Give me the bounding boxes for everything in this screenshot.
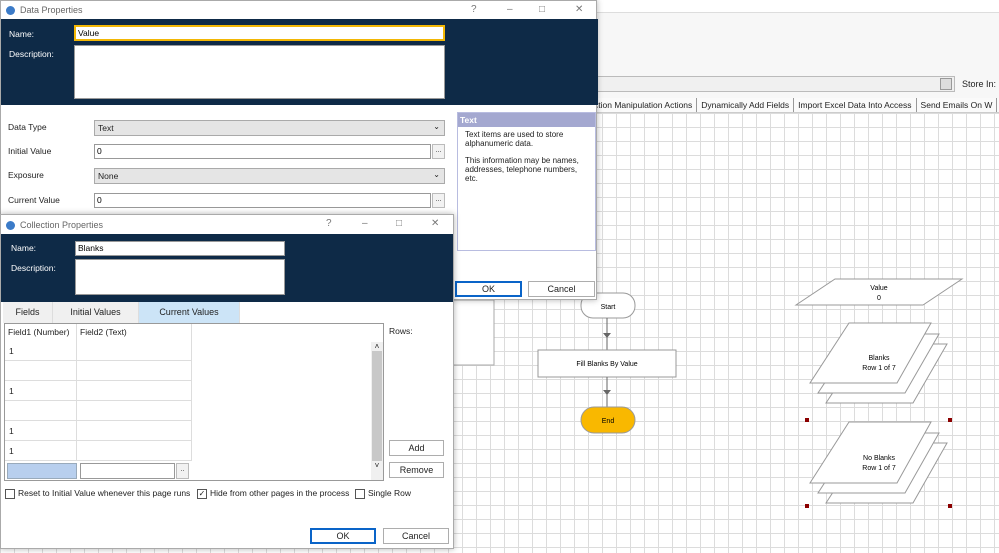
current-value-label: Current Value (8, 195, 60, 205)
name-input[interactable]: Value (74, 25, 445, 41)
help-panel: Text Text items are used to store alphan… (457, 112, 596, 251)
remove-button[interactable]: Remove (389, 462, 444, 478)
scrollbar-thumb[interactable] (372, 351, 382, 461)
grid-cell[interactable] (5, 401, 77, 421)
exposure-label: Exposure (8, 170, 44, 180)
description-input[interactable] (74, 45, 445, 99)
column-header[interactable]: Field1 (Number) (5, 324, 77, 341)
add-button[interactable]: Add (389, 440, 444, 456)
checkbox-icon[interactable] (5, 488, 15, 499)
help-text: This information may be names, addresses… (465, 156, 579, 183)
data-item-current: 0 (877, 295, 881, 302)
grid-cell[interactable]: 1 (5, 341, 77, 361)
description-label: Description: (11, 263, 56, 273)
initial-value-label: Initial Value (8, 146, 52, 156)
tab-initial-values[interactable]: Initial Values (53, 302, 139, 323)
help-title: Text (458, 113, 595, 127)
chevron-down-icon: ⌄ (433, 122, 440, 131)
collection-blanks-row: Row 1 of 7 (862, 365, 896, 372)
grid-cell[interactable]: 1 (5, 421, 77, 441)
collection-no-blanks-row: Row 1 of 7 (862, 465, 896, 472)
reset-label: Reset to Initial Value whenever this pag… (18, 488, 191, 498)
help-text: Text items are used to store alphanumeri… (465, 130, 564, 148)
data-type-label: Data Type (8, 122, 47, 132)
description-input[interactable] (75, 259, 285, 295)
column-header[interactable]: Field2 (Text) (77, 324, 192, 341)
grid-cell[interactable] (77, 421, 192, 441)
checkbox-icon[interactable]: ✓ (197, 488, 207, 499)
start-label: Start (601, 304, 616, 311)
dialog-title: Collection Properties (20, 220, 104, 230)
exposure-value: None (98, 171, 119, 181)
initial-value-input[interactable]: 0 (94, 144, 431, 159)
grid-cell[interactable]: 1 (5, 381, 77, 401)
grid-cell[interactable] (77, 441, 192, 461)
cancel-button[interactable]: Cancel (383, 528, 449, 544)
grid-cell[interactable] (77, 341, 192, 361)
chevron-down-icon: ⌄ (433, 170, 440, 179)
new-row-cell[interactable] (7, 463, 77, 479)
help-icon[interactable]: ? (471, 4, 477, 15)
tab-fields[interactable]: Fields (3, 302, 53, 323)
checkbox-icon[interactable] (355, 488, 365, 499)
current-value-expand-button[interactable]: ... (432, 193, 445, 208)
scrollbar[interactable]: ˄ ˅ (371, 342, 383, 480)
maximize-icon[interactable]: □ (396, 218, 402, 229)
close-icon[interactable]: ✕ (575, 4, 583, 15)
name-label: Name: (11, 243, 37, 253)
app-logo-icon (6, 220, 15, 230)
hide-label: Hide from other pages in the process (210, 488, 350, 498)
exposure-select[interactable]: None ⌄ (94, 168, 445, 184)
grid-cell[interactable] (77, 401, 192, 421)
arrow-head-icon (603, 390, 611, 395)
header-panel: Name: Blanks Description: (1, 234, 453, 302)
arrow-head-icon (603, 333, 611, 338)
app-logo-icon (6, 5, 15, 15)
end-label: End (602, 418, 615, 425)
ok-button[interactable]: OK (310, 528, 376, 544)
ok-button[interactable]: OK (455, 281, 522, 297)
data-type-select[interactable]: Text ⌄ (94, 120, 445, 136)
action-label: Fill Blanks By Value (576, 361, 637, 368)
name-label: Name: (9, 29, 35, 39)
initial-value-expand-button[interactable]: ... (432, 144, 445, 159)
grid-cell[interactable] (77, 361, 192, 381)
reset-checkbox[interactable]: Reset to Initial Value whenever this pag… (5, 488, 190, 499)
current-value-input[interactable]: 0 (94, 193, 431, 208)
collection-no-blanks-name: No Blanks (863, 455, 895, 462)
data-item-name: Value (870, 285, 887, 292)
background-dialog-edge (452, 299, 495, 366)
minimize-icon[interactable]: – (507, 4, 513, 15)
cell-expand-button[interactable]: .. (176, 463, 189, 479)
hide-checkbox[interactable]: ✓ Hide from other pages in the process (197, 488, 349, 499)
single-row-label: Single Row (368, 488, 411, 498)
title-bar: Collection Properties (1, 215, 453, 235)
minimize-icon[interactable]: – (362, 218, 368, 229)
dialog-title: Data Properties (20, 5, 83, 15)
rows-label: Rows: (389, 326, 413, 336)
maximize-icon[interactable]: □ (539, 4, 545, 15)
grid-cell[interactable] (5, 361, 77, 381)
collection-blanks-name: Blanks (868, 355, 890, 362)
grid-cell[interactable] (77, 381, 192, 401)
grid-cell[interactable]: 1 (5, 441, 77, 461)
collection-blanks[interactable] (809, 322, 948, 404)
tab-current-values[interactable]: Current Values (139, 302, 240, 323)
name-input[interactable]: Blanks (75, 241, 285, 256)
data-type-value: Text (98, 123, 114, 133)
close-icon[interactable]: ✕ (431, 218, 439, 229)
chevron-up-icon[interactable]: ˄ (371, 342, 383, 351)
collection-no-blanks[interactable] (809, 421, 948, 504)
new-row-text-input[interactable] (80, 463, 175, 479)
chevron-down-icon[interactable]: ˅ (371, 461, 383, 470)
description-label: Description: (9, 49, 54, 59)
header-panel: Name: Value Description: (1, 19, 598, 105)
help-icon[interactable]: ? (326, 218, 332, 229)
values-grid: Field1 (Number) Field2 (Text) 1111 .. ˄ … (4, 323, 384, 481)
single-row-checkbox[interactable]: Single Row (355, 488, 411, 499)
cancel-button[interactable]: Cancel (528, 281, 595, 297)
